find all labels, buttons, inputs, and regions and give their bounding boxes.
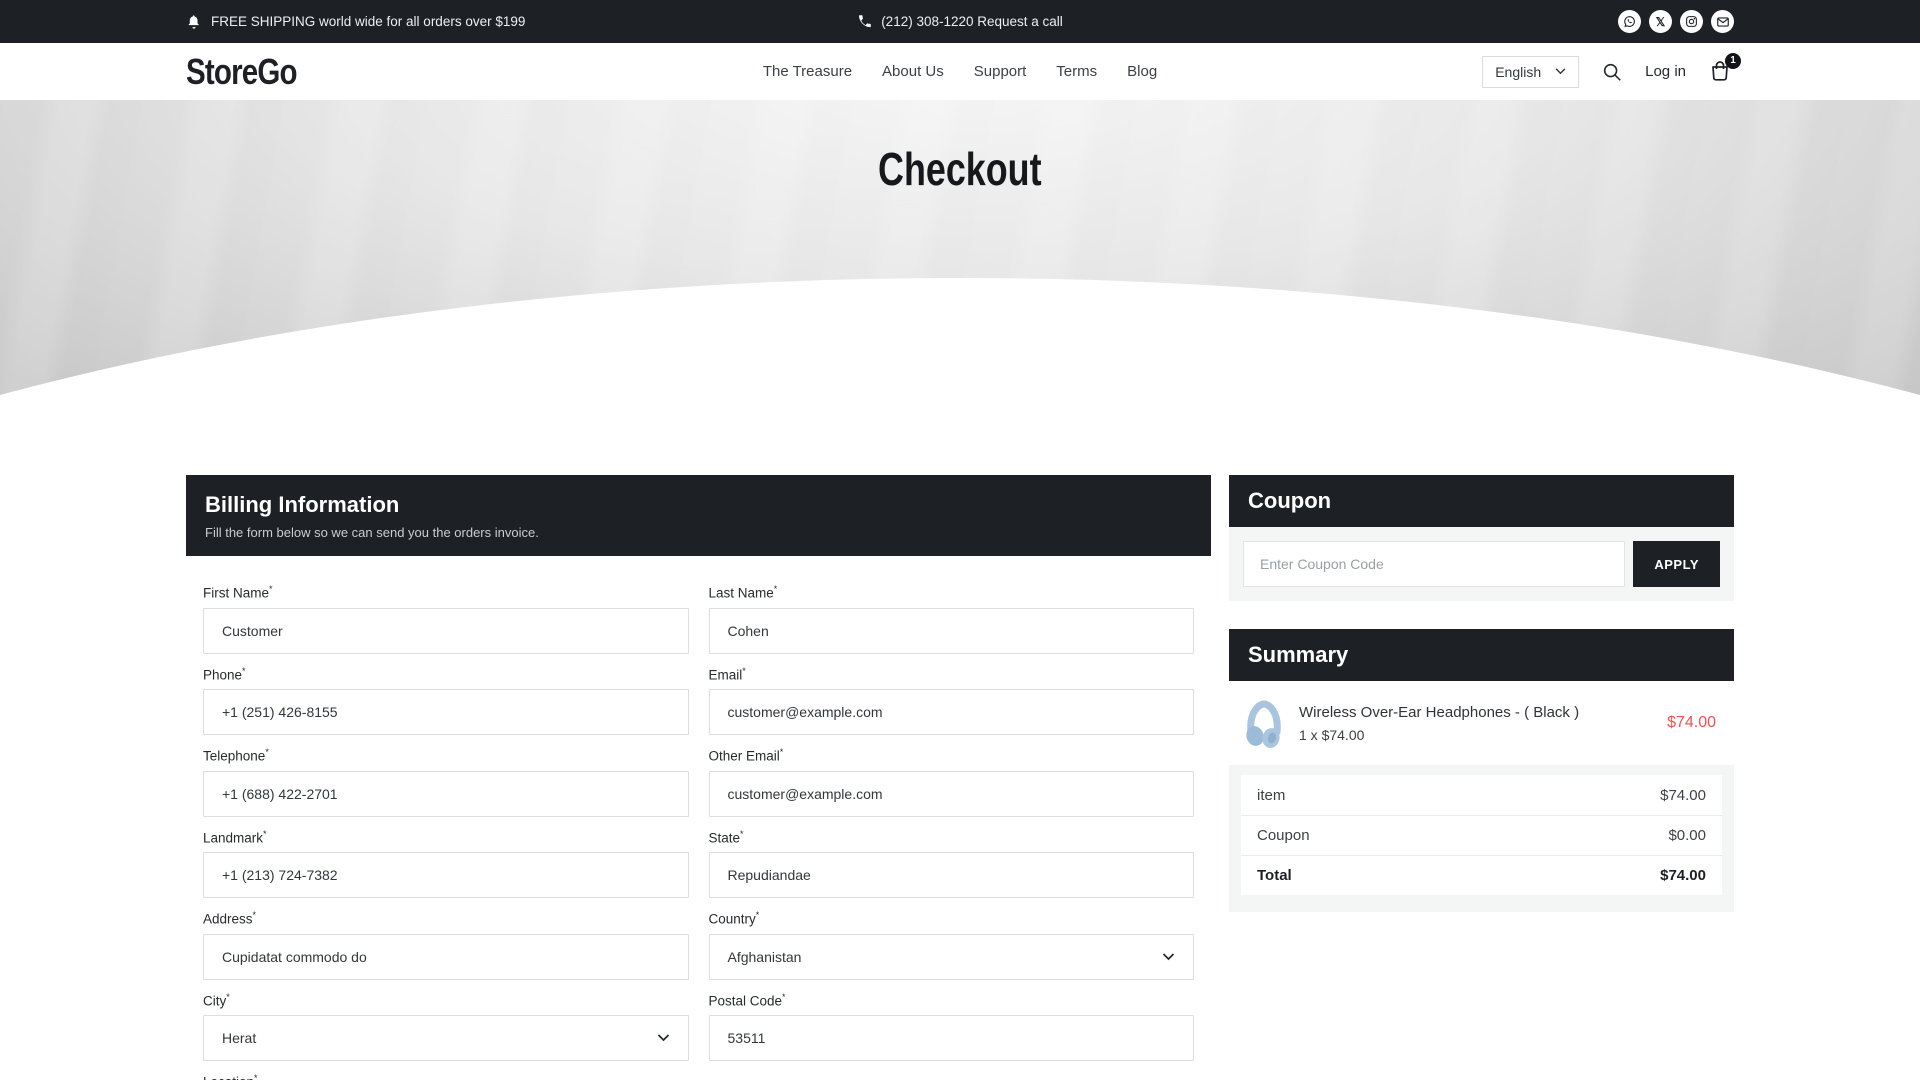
phone-input[interactable]	[203, 689, 689, 735]
chevron-down-icon	[1162, 953, 1175, 961]
summary-product-row: Wireless Over-Ear Headphones - ( Black )…	[1229, 681, 1734, 765]
social-links: 𝕏	[1618, 10, 1734, 33]
postal-code-input[interactable]	[709, 1015, 1195, 1061]
cart-button[interactable]: 1	[1708, 59, 1734, 85]
chevron-down-icon	[1555, 68, 1566, 75]
nav-blog[interactable]: Blog	[1127, 63, 1157, 80]
last-name-input[interactable]	[709, 608, 1195, 654]
x-twitter-icon[interactable]: 𝕏	[1649, 10, 1672, 33]
product-qty-line: 1 x $74.00	[1299, 727, 1653, 743]
coupon-code-input[interactable]	[1243, 541, 1625, 587]
summary-table: item $74.00 Coupon $0.00 Total $74.00	[1241, 775, 1722, 895]
billing-header: Billing Information Fill the form below …	[186, 475, 1211, 556]
field-address: Address*	[203, 910, 689, 980]
order-sidebar: Coupon APPLY Summary Wireless Over-Ear H…	[1229, 475, 1734, 912]
field-city: City* Herat	[203, 992, 689, 1062]
page-title: Checkout	[0, 142, 1920, 196]
product-thumbnail-headphones	[1243, 698, 1285, 748]
nav-support[interactable]: Support	[974, 63, 1027, 80]
main-nav: The Treasure About Us Support Terms Blog	[763, 63, 1157, 80]
phone-text: (212) 308-1220 Request a call	[881, 14, 1063, 29]
summary-row-coupon: Coupon $0.00	[1241, 815, 1722, 855]
other-email-input[interactable]	[709, 771, 1195, 817]
nav-terms[interactable]: Terms	[1056, 63, 1097, 80]
summary-section: Summary Wireless Over-Ear Headphones - (…	[1229, 629, 1734, 912]
city-select[interactable]: Herat	[203, 1015, 689, 1061]
language-value: English	[1495, 64, 1541, 80]
product-name[interactable]: Wireless Over-Ear Headphones - ( Black )	[1299, 704, 1653, 721]
nav-about-us[interactable]: About Us	[882, 63, 944, 80]
header-actions: English Log in 1	[1482, 56, 1734, 88]
chevron-down-icon	[657, 1034, 670, 1042]
field-other-email: Other Email*	[709, 747, 1195, 817]
summary-row-item: item $74.00	[1241, 775, 1722, 815]
first-name-input[interactable]	[203, 608, 689, 654]
product-price: $74.00	[1667, 714, 1716, 732]
field-last-name: Last Name*	[709, 584, 1195, 654]
summary-totals: item $74.00 Coupon $0.00 Total $74.00	[1229, 765, 1734, 912]
billing-title: Billing Information	[205, 492, 1192, 518]
top-announcement-bar: FREE SHIPPING world wide for all orders …	[0, 0, 1920, 43]
product-info: Wireless Over-Ear Headphones - ( Black )…	[1299, 704, 1653, 743]
email-icon[interactable]	[1711, 10, 1734, 33]
billing-form: First Name* Last Name* Phone* Email* Tel…	[186, 556, 1211, 1080]
field-country: Country* Afghanistan	[709, 910, 1195, 980]
landmark-input[interactable]	[203, 852, 689, 898]
phone-banner[interactable]: (212) 308-1220 Request a call	[857, 14, 1063, 29]
instagram-icon[interactable]	[1680, 10, 1703, 33]
state-input[interactable]	[709, 852, 1195, 898]
coupon-title: Coupon	[1248, 488, 1331, 513]
language-selector[interactable]: English	[1482, 56, 1579, 88]
field-postal-code: Postal Code*	[709, 992, 1195, 1062]
coupon-body: APPLY	[1229, 527, 1734, 601]
hero-banner: Checkout	[0, 100, 1920, 410]
coupon-header: Coupon	[1229, 475, 1734, 527]
summary-header: Summary	[1229, 629, 1734, 681]
search-icon[interactable]	[1601, 61, 1623, 83]
nav-the-treasure[interactable]: The Treasure	[763, 63, 852, 80]
phone-icon	[857, 14, 872, 29]
coupon-section: Coupon APPLY	[1229, 475, 1734, 601]
field-telephone: Telephone*	[203, 747, 689, 817]
field-email: Email*	[709, 666, 1195, 736]
shipping-text: FREE SHIPPING world wide for all orders …	[211, 14, 525, 29]
telephone-input[interactable]	[203, 771, 689, 817]
address-input[interactable]	[203, 934, 689, 980]
field-state: State*	[709, 829, 1195, 899]
field-landmark: Landmark*	[203, 829, 689, 899]
country-select[interactable]: Afghanistan	[709, 934, 1195, 980]
checkout-content: Billing Information Fill the form below …	[186, 475, 1734, 1080]
billing-section: Billing Information Fill the form below …	[186, 475, 1211, 1080]
whatsapp-icon[interactable]	[1618, 10, 1641, 33]
field-phone: Phone*	[203, 666, 689, 736]
summary-title: Summary	[1248, 642, 1348, 667]
bell-icon	[186, 14, 202, 30]
shipping-banner: FREE SHIPPING world wide for all orders …	[186, 14, 525, 30]
field-first-name: First Name*	[203, 584, 689, 654]
cart-count-badge: 1	[1725, 53, 1741, 69]
apply-coupon-button[interactable]: APPLY	[1633, 541, 1720, 587]
summary-row-total: Total $74.00	[1241, 855, 1722, 895]
email-input[interactable]	[709, 689, 1195, 735]
billing-subtitle: Fill the form below so we can send you t…	[205, 525, 1192, 540]
store-logo[interactable]: StoreGo	[186, 51, 297, 93]
field-location: Location* Select Location	[203, 1073, 689, 1080]
main-header: StoreGo The Treasure About Us Support Te…	[0, 43, 1920, 100]
login-link[interactable]: Log in	[1645, 63, 1686, 80]
